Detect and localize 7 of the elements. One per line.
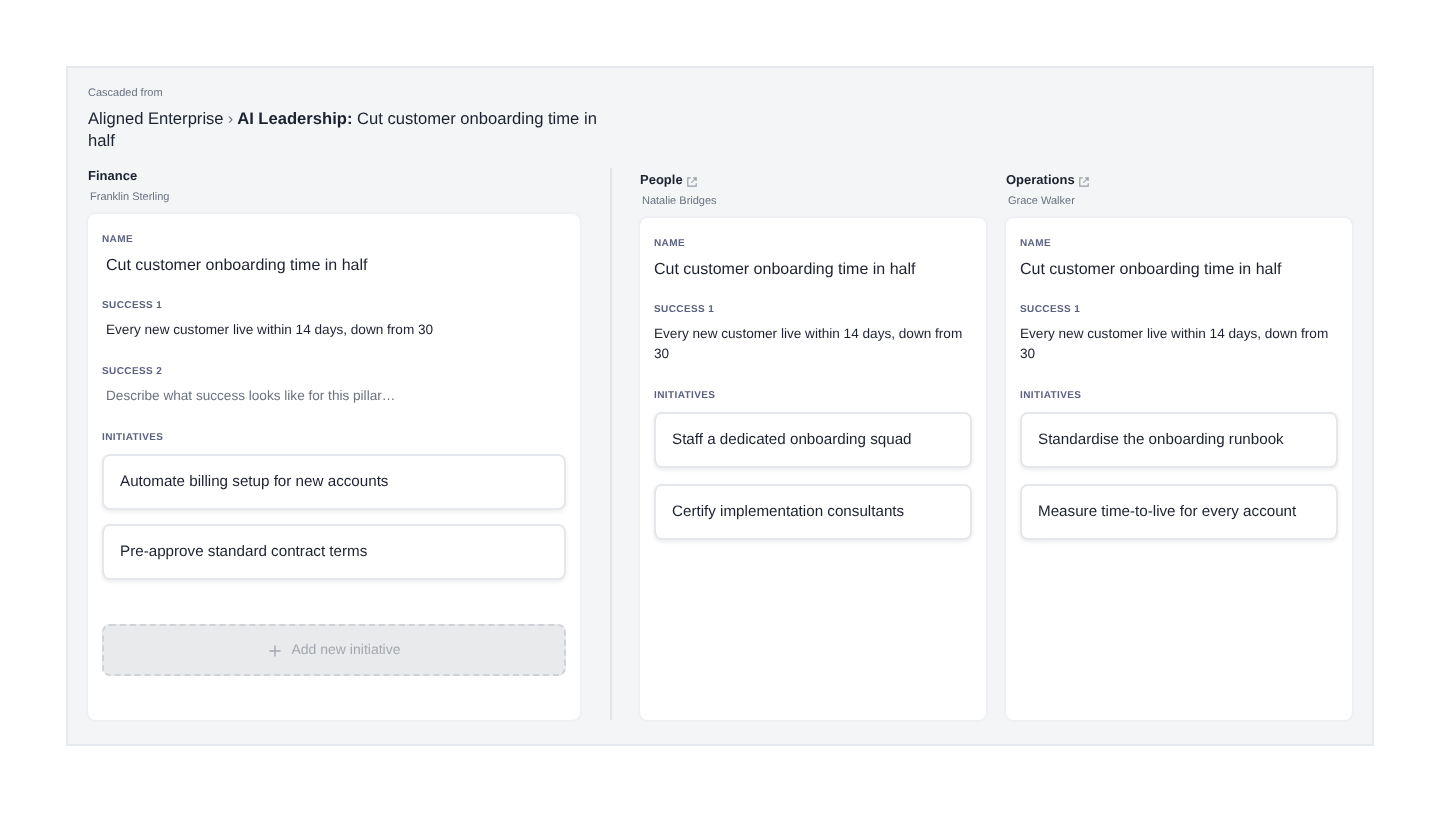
objective-name: Cut customer onboarding time in half	[1020, 260, 1284, 278]
external-link-icon[interactable]	[1078, 175, 1091, 187]
name-field[interactable]: Cut customer onboarding time in half	[106, 256, 547, 274]
breadcrumb-title: Aligned Enterprise › AI Leadership: Cut customer onboarding time in half	[88, 108, 599, 152]
plus-icon	[267, 643, 282, 657]
objective-name: Cut customer onboarding time in half	[654, 260, 918, 278]
external-link-icon[interactable]	[686, 175, 699, 187]
